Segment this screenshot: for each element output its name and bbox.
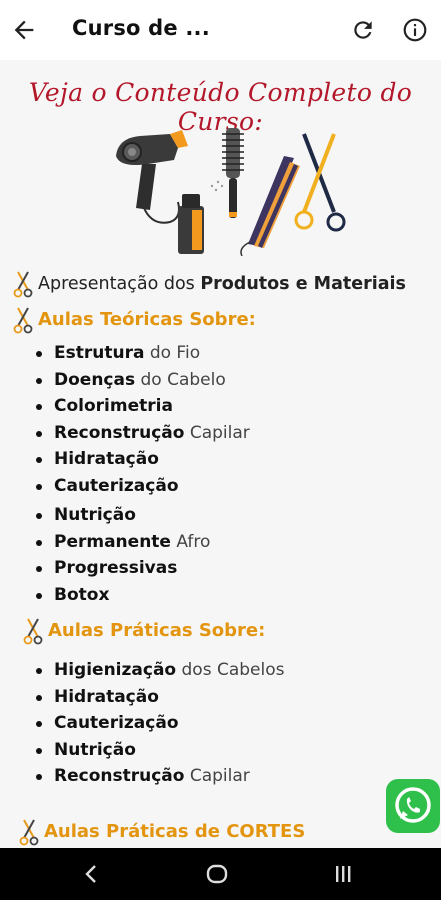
intro-prefix: Apresentação dos <box>38 274 201 294</box>
whatsapp-button[interactable] <box>386 779 440 833</box>
round-brush-icon <box>222 128 244 218</box>
list-item: Botox <box>36 582 250 609</box>
section-heading-practice: Aulas Práticas Sobre: <box>22 617 265 645</box>
intro-bold: Produtos e Materiais <box>200 274 406 294</box>
scissors-icon <box>294 133 346 232</box>
list-item: Higienização dos Cabelos <box>36 657 284 684</box>
section-heading-label: Aulas Práticas Sobre: <box>48 620 266 641</box>
info-icon[interactable] <box>402 17 428 43</box>
back-nav-icon[interactable] <box>80 862 104 886</box>
scissors-icon <box>19 819 39 846</box>
list-item: Permanente Afro <box>36 529 250 556</box>
course-content-view[interactable]: Veja o Conteúdo Completo do Curso: Apres… <box>0 60 441 848</box>
page-title: Curso de ... <box>72 16 210 40</box>
arrow-back-icon[interactable] <box>10 16 38 44</box>
refresh-icon[interactable] <box>350 17 376 43</box>
practice-list: Higienização dos Cabelos Hidratação Caut… <box>36 657 284 790</box>
system-nav-bar <box>0 848 441 900</box>
section-heading-label: Aulas Teóricas Sobre: <box>38 309 256 330</box>
spray-bottle-icon <box>178 180 224 254</box>
scissors-icon <box>13 271 33 298</box>
app-bar: Curso de ... <box>0 0 441 60</box>
whatsapp-icon <box>395 787 431 823</box>
list-item: Reconstrução Capilar <box>36 763 284 790</box>
recents-nav-icon[interactable] <box>331 862 355 886</box>
list-item: Doenças do Cabelo <box>36 367 250 394</box>
list-item: Progressivas <box>36 555 250 582</box>
hair-dryer-icon <box>116 130 188 224</box>
scissors-icon <box>23 618 43 645</box>
list-item: Hidratação <box>36 684 284 711</box>
intro-line: Apresentação dos Produtos e Materiais <box>12 270 406 298</box>
scissors-icon <box>13 307 33 334</box>
list-item: Nutrição <box>36 737 284 764</box>
section-heading-theory: Aulas Teóricas Sobre: <box>12 306 256 334</box>
list-item: Nutrição <box>36 502 250 529</box>
list-item: Colorimetria <box>36 393 250 420</box>
list-item: Cauterização <box>36 473 250 500</box>
theory-list: Estrutura do Fio Doenças do Cabelo Color… <box>36 340 250 608</box>
section-heading-label: Aulas Práticas de CORTES <box>44 821 306 842</box>
hair-tools-illustration <box>116 128 346 256</box>
flat-iron-icon <box>240 156 300 256</box>
list-item: Cauterização <box>36 710 284 737</box>
list-item: Estrutura do Fio <box>36 340 250 367</box>
list-item: Reconstrução Capilar <box>36 420 250 447</box>
list-item: Hidratação <box>36 446 250 473</box>
home-nav-icon[interactable] <box>205 862 229 886</box>
section-heading-cuts: Aulas Práticas de CORTES <box>18 818 305 846</box>
